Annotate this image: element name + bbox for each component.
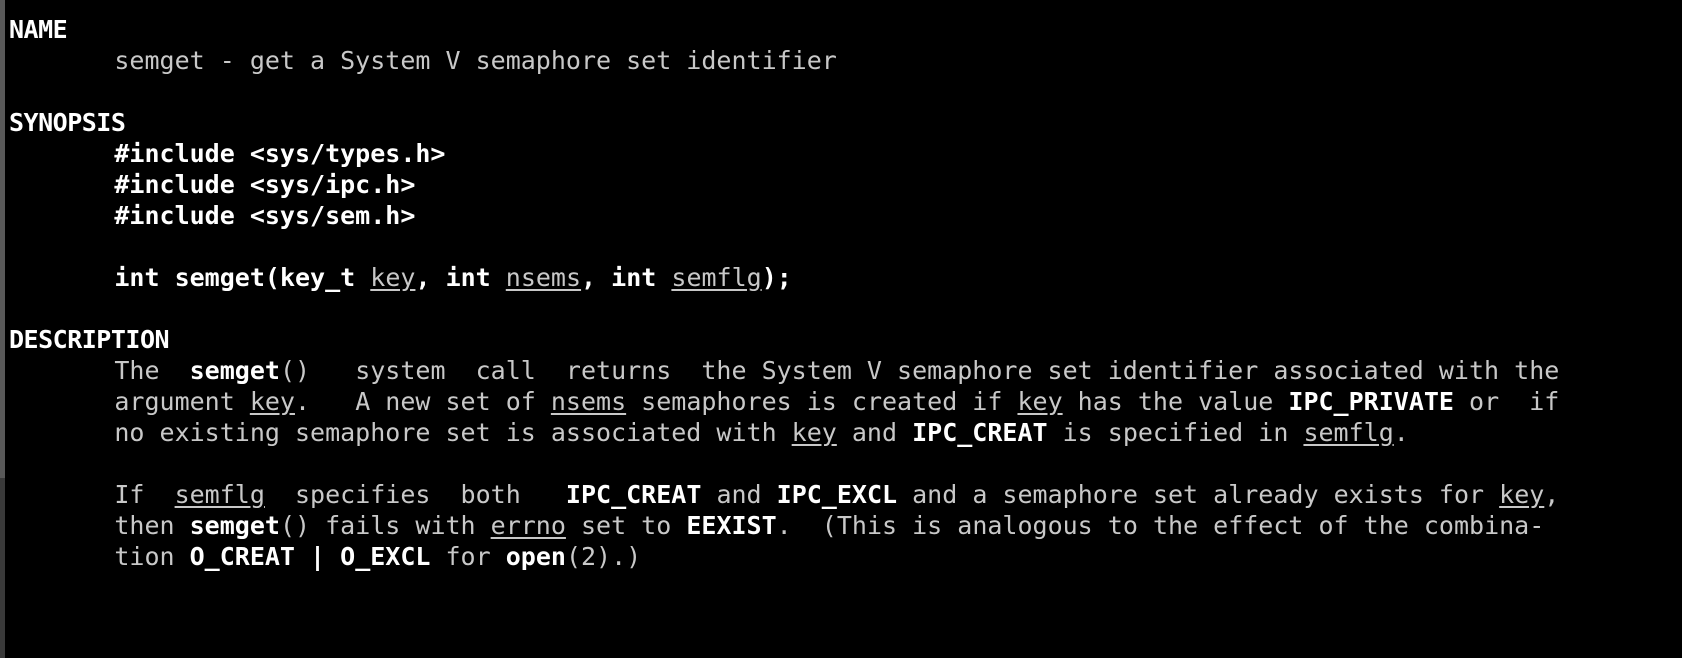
p2l3-text-b: for (430, 542, 506, 571)
proto-comma-1: , (415, 263, 431, 292)
include-ipc-text: #include <sys/ipc.h> (114, 170, 416, 199)
terminal-window: NAME semget - get a System V semaphore s… (0, 0, 1682, 658)
p2l1-const-ipc-excl: IPC_EXCL (776, 480, 898, 509)
p2l1-arg-semflg: semflg (174, 480, 265, 509)
p1l2-text-c: semaphores is created if (626, 387, 1018, 416)
proto-comma-2: , (581, 263, 597, 292)
p1l2-text-b: . A new set of (294, 387, 551, 416)
p2l3-text-c: (2).) (565, 542, 642, 571)
proto-arg-nsems: nsems (505, 263, 582, 292)
p1l3-text-d: . (1393, 418, 1409, 447)
section-heading-synopsis: SYNOPSIS (9, 108, 126, 137)
p1l2-arg-key: key (249, 387, 295, 416)
function-prototype-line: int semget(key_t key, int nsems, int sem… (9, 262, 1672, 293)
p1l3-text-a: no existing semaphore set is associated … (114, 418, 792, 447)
p1l1-function-semget: semget (189, 356, 280, 385)
description-para2-line2: then semget() fails with errno set to EE… (9, 510, 1672, 541)
p1l2-text-a: argument (114, 387, 250, 416)
p2l1-arg-key: key (1499, 480, 1545, 509)
p2l2-const-eexist: EEXIST (686, 511, 777, 540)
name-description-text: semget - get a System V semaphore set id… (114, 46, 837, 75)
description-para1-line1: The semget() system call returns the Sys… (9, 355, 1672, 386)
p1l2-text-e: or if (1453, 387, 1560, 416)
p2l1-text-b: specifies both (264, 480, 566, 509)
proto-int-return: int (114, 263, 160, 292)
p2l3-function-open: open (505, 542, 566, 571)
p2l3-const-o-excl: O_EXCL (340, 542, 431, 571)
p2l3-text-a: tion (114, 542, 190, 571)
p1l3-const-ipc-creat: IPC_CREAT (912, 418, 1048, 447)
proto-open-paren: ( (264, 263, 280, 292)
section-heading-description: DESCRIPTION (9, 325, 170, 354)
p2l2-var-errno: errno (490, 511, 566, 540)
description-para2-line3: tion O_CREAT | O_EXCL for open(2).) (9, 541, 1672, 572)
p1l3-arg-key: key (791, 418, 837, 447)
p1l3-arg-semflg: semflg (1303, 418, 1394, 447)
p1l2-const-ipc-private: IPC_PRIVATE (1288, 387, 1454, 416)
p2l1-text-c: and (701, 480, 777, 509)
p1l3-text-b: and (836, 418, 913, 447)
p2l2-function-semget: semget (189, 511, 280, 540)
p2l1-text-d: and a semaphore set already exists for (897, 480, 1500, 509)
p1l2-arg-key-2: key (1017, 387, 1063, 416)
description-para1-line3: no existing semaphore set is associated … (9, 417, 1672, 448)
p2l1-const-ipc-creat: IPC_CREAT (565, 480, 702, 509)
p1l1-text-a: The (114, 356, 160, 385)
include-line-types: #include <sys/types.h> (9, 138, 1672, 169)
p1l2-text-d: has the value (1062, 387, 1289, 416)
include-line-sem: #include <sys/sem.h> (9, 200, 1672, 231)
proto-arg-semflg: semflg (671, 263, 762, 292)
p1l3-text-c: is specified in (1047, 418, 1304, 447)
proto-function-name: semget (174, 263, 265, 292)
p2l2-text-b: () fails with (279, 511, 491, 540)
manpage-content: NAME semget - get a System V semaphore s… (5, 0, 1682, 658)
p2l2-text-d: . (This is analogous to the effect of th… (776, 511, 1545, 540)
p1l1-text-b: () system call returns the System V sema… (279, 356, 1560, 385)
include-types-text: #include <sys/types.h> (114, 139, 446, 168)
include-line-ipc: #include <sys/ipc.h> (9, 169, 1672, 200)
proto-type-int-2: int (445, 263, 491, 292)
proto-arg-key: key (370, 263, 416, 292)
p2l2-text-c: set to (565, 511, 687, 540)
proto-type-keyt: key_t (279, 263, 356, 292)
p2l1-text-a: If (114, 480, 175, 509)
section-heading-name: NAME (9, 15, 68, 44)
proto-type-int-3: int (611, 263, 657, 292)
p1l2-arg-nsems: nsems (550, 387, 627, 416)
p2l1-text-e: , (1544, 480, 1560, 509)
p2l3-pipe-operator: | (294, 542, 341, 571)
proto-close-paren: ); (761, 263, 792, 292)
description-para2-line1: If semflg specifies both IPC_CREAT and I… (9, 479, 1672, 510)
p2l2-text-a: then (114, 511, 190, 540)
p2l3-const-o-creat: O_CREAT (189, 542, 295, 571)
description-para1-line2: argument key. A new set of nsems semapho… (9, 386, 1672, 417)
name-description-line: semget - get a System V semaphore set id… (9, 45, 1672, 76)
include-sem-text: #include <sys/sem.h> (114, 201, 416, 230)
